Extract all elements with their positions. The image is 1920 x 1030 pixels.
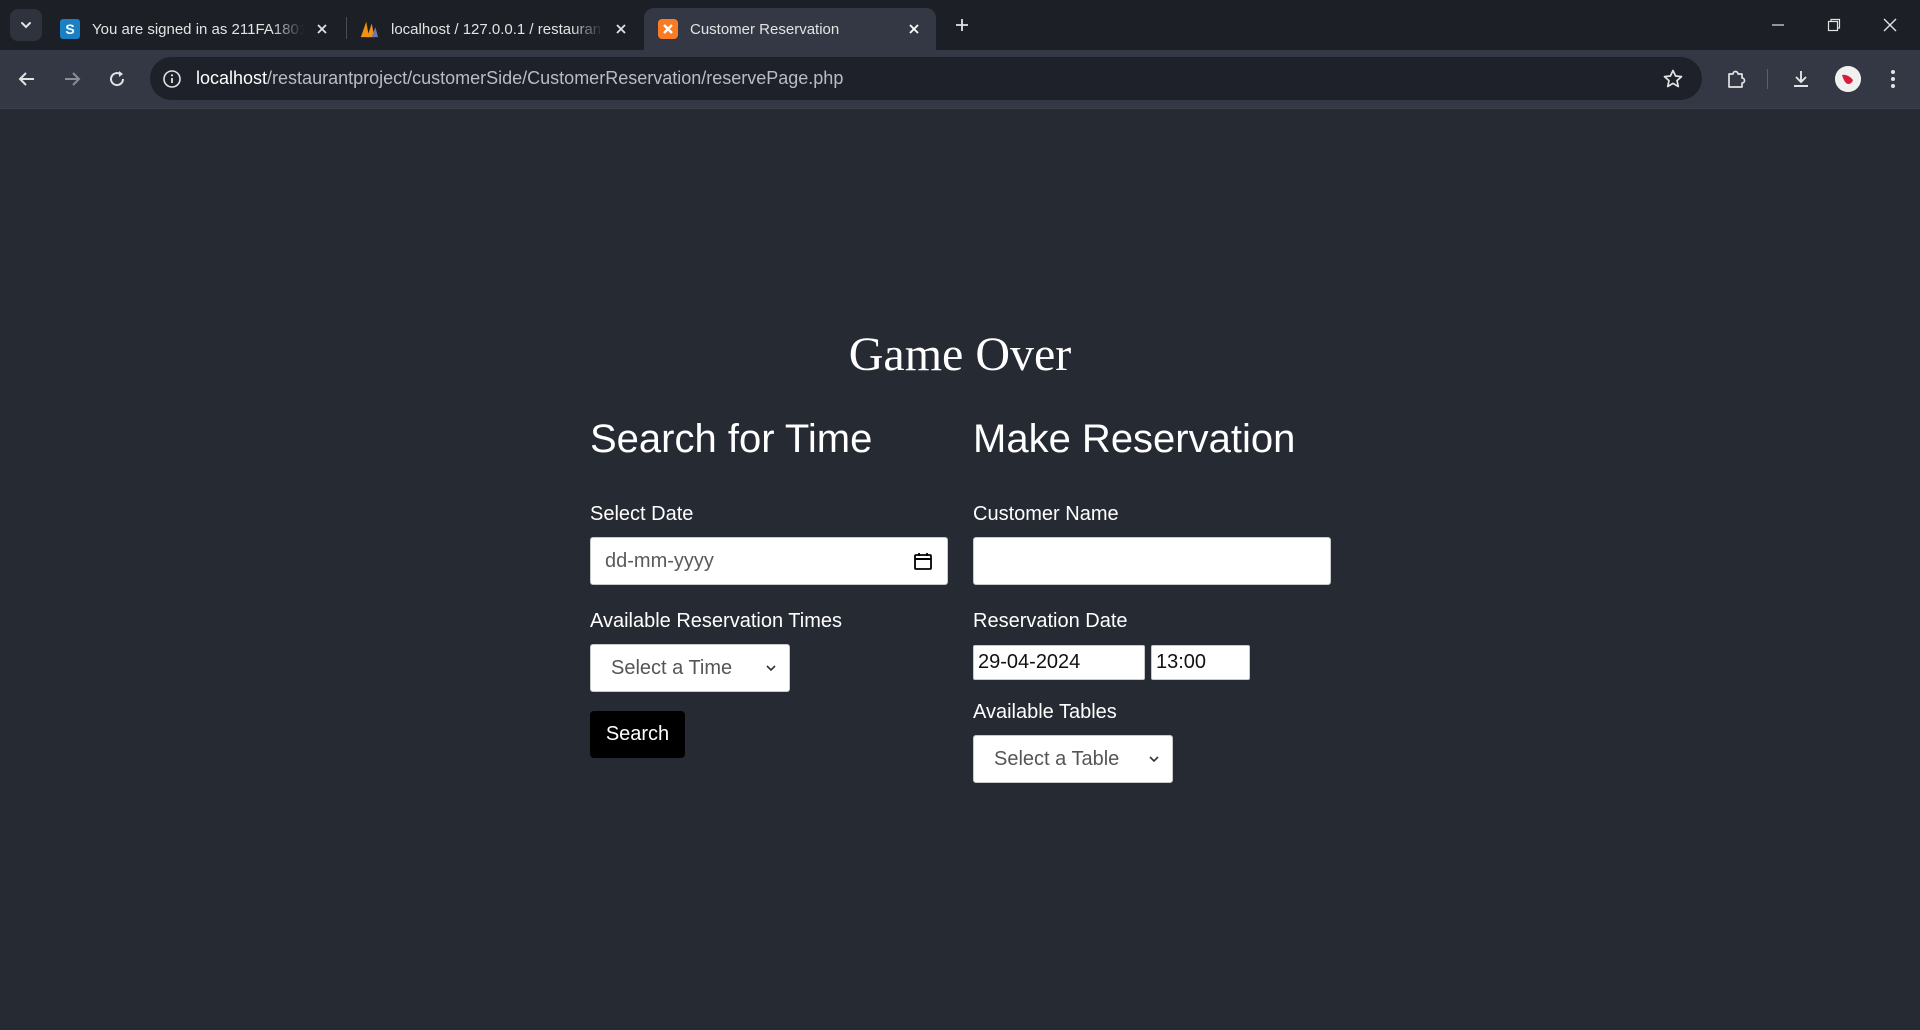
phpmyadmin-icon <box>359 19 379 39</box>
select-date-input[interactable]: dd-mm-yyyy <box>590 537 948 585</box>
close-window-button[interactable] <box>1862 0 1918 50</box>
search-button[interactable]: Search <box>590 711 685 758</box>
tab-search-button[interactable] <box>10 9 42 41</box>
reservation-datetime-row: 29-04-2024 13:00 <box>973 645 1333 680</box>
reservation-time-input[interactable]: 13:00 <box>1151 645 1250 680</box>
xampp-icon <box>658 19 678 39</box>
time-select-value: Select a Time <box>611 656 733 679</box>
toolbar-divider <box>1767 69 1768 89</box>
date-placeholder: dd-mm-yyyy <box>605 549 714 572</box>
url-text: localhost/restaurantproject/customerSide… <box>196 68 843 89</box>
restore-button[interactable] <box>1806 0 1862 50</box>
tab-title: Customer Reservation <box>690 20 840 38</box>
url-path: /restaurantproject/customerSide/Customer… <box>267 68 844 88</box>
site-info-icon[interactable] <box>160 67 184 91</box>
close-icon[interactable] <box>312 19 332 39</box>
new-tab-button[interactable] <box>948 11 976 39</box>
tab-customer-reservation[interactable]: Customer Reservation <box>644 8 936 50</box>
minimize-icon <box>1772 24 1784 26</box>
search-heading: Search for Time <box>590 417 873 461</box>
reservation-time-select[interactable]: Select a Time <box>590 644 790 692</box>
close-icon <box>1883 18 1897 32</box>
close-icon[interactable] <box>904 19 924 39</box>
address-bar[interactable]: localhost/restaurantproject/customerSide… <box>150 57 1702 100</box>
search-time-form: Search for Time Select Date dd-mm-yyyy A… <box>590 416 950 758</box>
chevron-down-icon <box>766 665 776 672</box>
reload-button[interactable] <box>101 63 133 95</box>
customer-name-input[interactable] <box>973 537 1331 585</box>
avatar-icon <box>1835 66 1861 92</box>
select-date-label: Select Date <box>590 503 694 525</box>
chevron-down-icon <box>21 22 31 29</box>
tab-phpmyadmin[interactable]: localhost / 127.0.0.1 / restauran <box>345 8 643 50</box>
make-reservation-form: Make Reservation Customer Name Reservati… <box>973 416 1333 783</box>
arrow-left-icon <box>18 72 34 86</box>
browser-menu-button[interactable] <box>1877 63 1909 95</box>
downloads-button[interactable] <box>1785 63 1817 95</box>
extensions-button[interactable] <box>1720 63 1752 95</box>
tab-title: localhost / 127.0.0.1 / restauran <box>391 20 602 38</box>
more-vertical-icon <box>1891 70 1895 88</box>
bookmark-star-icon[interactable] <box>1660 66 1686 92</box>
back-button[interactable] <box>11 63 43 95</box>
table-select-value: Select a Table <box>994 747 1120 770</box>
minimize-button[interactable] <box>1750 0 1806 50</box>
browser-tab-strip: S You are signed in as 211FA1801 localho… <box>0 0 1920 50</box>
page-content: Game Over Search for Time Select Date dd… <box>0 109 1920 1030</box>
restore-icon <box>1827 18 1841 32</box>
table-select[interactable]: Select a Table <box>973 735 1173 783</box>
calendar-icon[interactable] <box>913 551 933 571</box>
reservation-heading: Make Reservation <box>973 417 1296 461</box>
available-tables-label: Available Tables <box>973 701 1117 723</box>
puzzle-icon <box>1728 70 1746 88</box>
arrow-right-icon <box>65 72 81 86</box>
download-icon <box>1794 71 1808 87</box>
customer-name-label: Customer Name <box>973 503 1119 525</box>
page-title: Game Over <box>848 328 1072 381</box>
close-icon[interactable] <box>611 19 631 39</box>
forward-button[interactable] <box>56 63 88 95</box>
chevron-down-icon <box>1149 756 1159 763</box>
reservation-date-input[interactable]: 29-04-2024 <box>973 645 1145 680</box>
tab-signed-in[interactable]: S You are signed in as 211FA1801 <box>46 8 344 50</box>
reservation-date-label: Reservation Date <box>973 610 1128 632</box>
browser-toolbar: localhost/restaurantproject/customerSide… <box>0 50 1920 108</box>
reload-icon <box>110 71 125 87</box>
plus-icon <box>956 19 968 31</box>
available-times-label: Available Reservation Times <box>590 610 842 632</box>
profile-avatar[interactable] <box>1835 66 1861 92</box>
tab-favicon-s-icon: S <box>60 19 80 39</box>
url-host: localhost <box>196 68 268 88</box>
tab-title: You are signed in as 211FA1801 <box>92 20 304 38</box>
